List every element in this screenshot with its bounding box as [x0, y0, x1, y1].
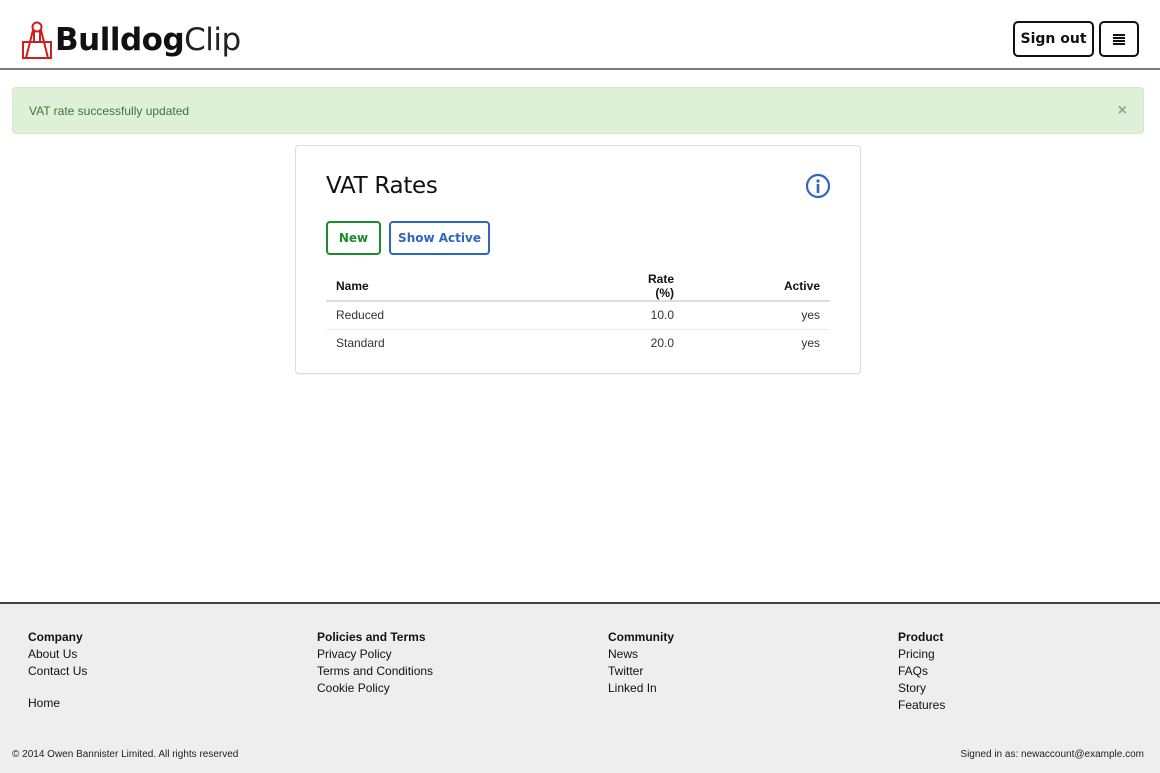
footer-link-privacy-policy[interactable]: Privacy Policy [317, 646, 433, 663]
column-header-name[interactable]: Name [326, 272, 626, 302]
vat-rates-panel: VAT Rates New Show Active Name Rate (%) … [295, 145, 861, 374]
footer-link-twitter[interactable]: Twitter [608, 663, 674, 680]
copyright-text: © 2014 Owen Bannister Limited. All right… [12, 749, 239, 760]
table-row[interactable]: Standard 20.0 yes [326, 328, 830, 357]
table-header-row: Name Rate (%) Active [326, 272, 830, 302]
table-row[interactable]: Reduced 10.0 yes [326, 301, 830, 329]
alert-message: VAT rate successfully updated [29, 103, 190, 118]
hamburger-menu-icon [1113, 33, 1125, 45]
site-header: BulldogClip Sign out [0, 0, 1160, 70]
footer-link-news[interactable]: News [608, 646, 674, 663]
footer-column-product: Product Pricing FAQs Story Features [898, 629, 945, 714]
footer-link-about-us[interactable]: About Us [28, 646, 87, 663]
bulldog-clip-icon [22, 21, 52, 59]
footer-link-contact-us[interactable]: Contact Us [28, 663, 87, 680]
menu-button[interactable] [1099, 21, 1139, 57]
footer-link-cookie-policy[interactable]: Cookie Policy [317, 680, 433, 697]
cell-active: yes [684, 328, 830, 357]
footer-link-story[interactable]: Story [898, 680, 945, 697]
info-circle-icon[interactable] [805, 173, 831, 199]
sign-out-button[interactable]: Sign out [1013, 21, 1094, 57]
show-active-button[interactable]: Show Active [389, 221, 490, 255]
logo-text-light: Clip [184, 22, 241, 58]
new-button[interactable]: New [326, 221, 381, 255]
logo[interactable]: BulldogClip [21, 18, 241, 62]
footer-link-linked-in[interactable]: Linked In [608, 680, 674, 697]
close-icon[interactable]: × [1118, 103, 1127, 119]
footer-heading: Policies and Terms [317, 630, 426, 644]
footer-link-home[interactable]: Home [28, 695, 87, 712]
success-alert: VAT rate successfully updated × [12, 87, 1144, 134]
vat-rates-table: Name Rate (%) Active Reduced 10.0 yes St… [326, 272, 830, 357]
signed-in-status: Signed in as: newaccount@example.com [960, 749, 1144, 760]
logo-text-bold: Bulldog [55, 22, 185, 58]
footer-column-community: Community News Twitter Linked In [608, 629, 674, 697]
cell-name: Reduced [336, 308, 385, 323]
footer-link-faqs[interactable]: FAQs [898, 663, 945, 680]
footer-heading: Community [608, 630, 674, 644]
footer-link-terms[interactable]: Terms and Conditions [317, 663, 433, 680]
column-header-rate[interactable]: Rate (%) [626, 272, 684, 302]
footer-heading: Company [28, 630, 83, 644]
footer-heading: Product [898, 630, 944, 644]
footer-link-pricing[interactable]: Pricing [898, 646, 945, 663]
footer-link-features[interactable]: Features [898, 697, 945, 714]
footer-column-company: Company About Us Contact Us Home [28, 629, 87, 712]
cell-rate: 10.0 [650, 308, 674, 323]
cell-name: Standard [326, 328, 626, 357]
site-footer: Company About Us Contact Us Home Policie… [0, 602, 1160, 773]
cell-active: yes [801, 308, 820, 323]
logo-text: BulldogClip [55, 18, 241, 62]
footer-column-policies: Policies and Terms Privacy Policy Terms … [317, 629, 433, 697]
column-header-active[interactable]: Active [684, 272, 830, 302]
cell-rate: 20.0 [626, 328, 684, 357]
page-title: VAT Rates [326, 173, 438, 199]
